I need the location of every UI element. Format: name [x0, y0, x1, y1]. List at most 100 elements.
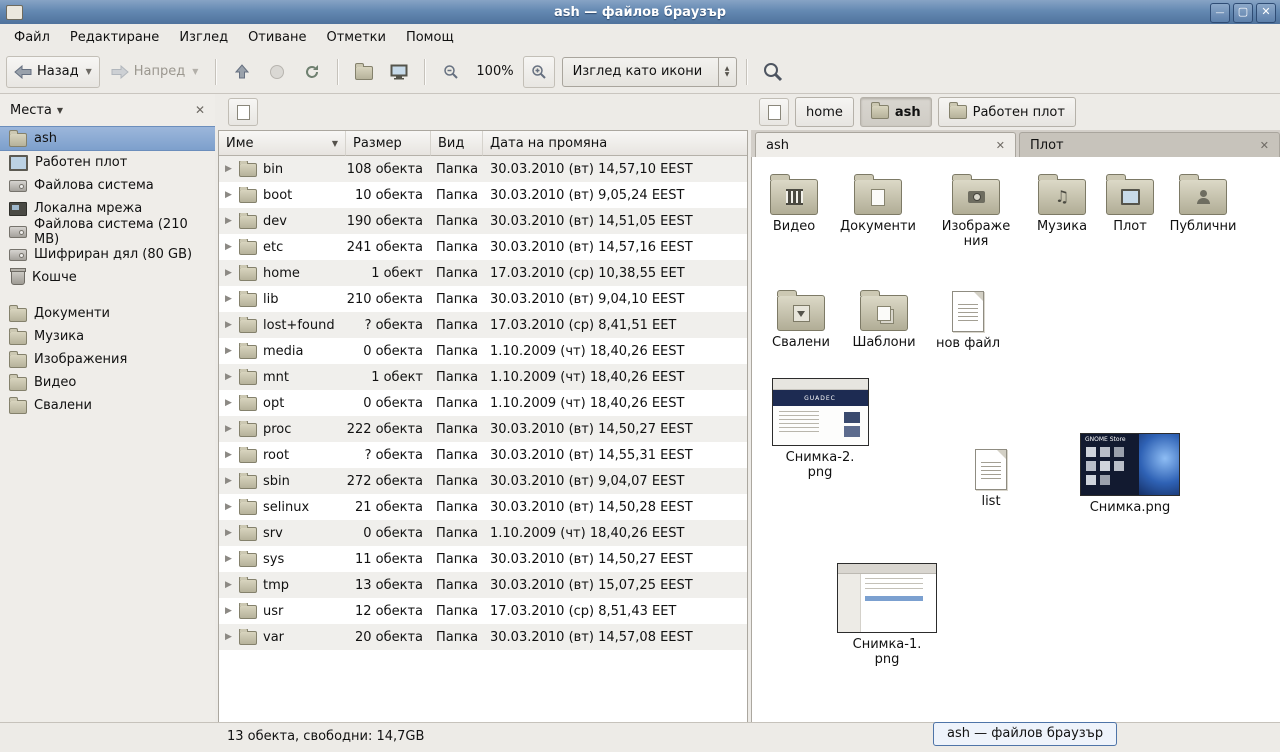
sidebar-item-trash[interactable]: Кошче: [0, 266, 215, 289]
sidebar-title[interactable]: Места: [10, 103, 52, 118]
column-header-type[interactable]: Вид: [431, 131, 483, 156]
location-toggle-button[interactable]: [228, 98, 258, 126]
expander-icon[interactable]: ▶: [225, 632, 233, 642]
up-button[interactable]: [226, 56, 258, 88]
folder-item-templates[interactable]: Шаблони: [840, 288, 928, 351]
table-row[interactable]: ▶selinux21 обектаПапка30.03.2010 (вт) 14…: [219, 494, 747, 520]
menu-go[interactable]: Отиване: [238, 26, 316, 49]
table-row[interactable]: ▶dev190 обектаПапка30.03.2010 (вт) 14,51…: [219, 208, 747, 234]
expander-icon[interactable]: ▶: [225, 164, 233, 174]
file-size: 13 обекта: [346, 578, 431, 593]
forward-label: Напред: [134, 64, 185, 79]
table-row[interactable]: ▶srv0 обектаПапка1.10.2009 (чт) 18,40,26…: [219, 520, 747, 546]
table-row[interactable]: ▶boot10 обектаПапка30.03.2010 (вт) 9,05,…: [219, 182, 747, 208]
search-button[interactable]: [757, 56, 789, 88]
table-row[interactable]: ▶root? обектаПапка30.03.2010 (вт) 14,55,…: [219, 442, 747, 468]
image-item-snimka2[interactable]: GUADEC Снимка-2.png: [770, 378, 870, 481]
menu-help[interactable]: Помощ: [396, 26, 464, 49]
table-row[interactable]: ▶var20 обектаПапка30.03.2010 (вт) 14,57,…: [219, 624, 747, 650]
minimize-button[interactable]: [1210, 3, 1230, 23]
folder-item-documents[interactable]: Документи: [834, 172, 922, 235]
file-size: ? обекта: [346, 448, 431, 463]
expander-icon[interactable]: ▶: [225, 294, 233, 304]
menu-view[interactable]: Изглед: [169, 26, 238, 49]
maximize-button[interactable]: [1233, 3, 1253, 23]
table-row[interactable]: ▶lib210 обектаПапка30.03.2010 (вт) 9,04,…: [219, 286, 747, 312]
table-row[interactable]: ▶tmp13 обектаПапка30.03.2010 (вт) 15,07,…: [219, 572, 747, 598]
menu-bookmarks[interactable]: Отметки: [316, 26, 395, 49]
tab-close-icon[interactable]: ✕: [996, 139, 1005, 152]
back-button[interactable]: Назад ▼: [6, 56, 100, 88]
taskbar-window-button[interactable]: ash — файлов браузър: [933, 722, 1117, 746]
tab-close-icon[interactable]: ✕: [1260, 139, 1269, 152]
expander-icon[interactable]: ▶: [225, 476, 233, 486]
sidebar-item-downloads[interactable]: Свалени: [0, 394, 215, 417]
expander-icon[interactable]: ▶: [225, 450, 233, 460]
table-row[interactable]: ▶sys11 обектаПапка30.03.2010 (вт) 14,50,…: [219, 546, 747, 572]
zoom-in-button[interactable]: [523, 56, 555, 88]
menu-file[interactable]: Файл: [4, 26, 60, 49]
table-row[interactable]: ▶sbin272 обектаПапка30.03.2010 (вт) 9,04…: [219, 468, 747, 494]
sidebar-item-music[interactable]: Музика: [0, 325, 215, 348]
breadcrumb-home[interactable]: home: [795, 97, 854, 127]
table-row[interactable]: ▶media0 обектаПапка1.10.2009 (чт) 18,40,…: [219, 338, 747, 364]
column-header-date[interactable]: Дата на промяна: [483, 131, 747, 156]
expander-icon[interactable]: ▶: [225, 502, 233, 512]
column-header-name[interactable]: Име ▼: [219, 131, 346, 156]
folder-item-pictures[interactable]: Изображения: [932, 172, 1020, 250]
sidebar-item-ash[interactable]: ash: [0, 126, 215, 151]
expander-icon[interactable]: ▶: [225, 320, 233, 330]
reload-button[interactable]: [296, 56, 328, 88]
chevron-down-icon[interactable]: ▼: [86, 67, 92, 76]
image-item-snimka[interactable]: GNOME Store Снимка.png: [1078, 433, 1182, 516]
menu-edit[interactable]: Редактиране: [60, 26, 169, 49]
table-row[interactable]: ▶usr12 обектаПапка17.03.2010 (ср) 8,51,4…: [219, 598, 747, 624]
zoom-out-button[interactable]: [435, 56, 467, 88]
combobox-spinner-icon[interactable]: ▲▼: [718, 58, 736, 86]
expander-icon[interactable]: ▶: [225, 190, 233, 200]
tab-ash[interactable]: ash ✕: [755, 132, 1016, 157]
view-mode-combobox[interactable]: Изглед като икони ▲▼: [562, 57, 737, 87]
column-header-size[interactable]: Размер: [346, 131, 431, 156]
table-row[interactable]: ▶home1 обектПапка17.03.2010 (ср) 10,38,5…: [219, 260, 747, 286]
chevron-down-icon[interactable]: ▼: [57, 106, 63, 115]
file-item-new-file[interactable]: нов файл: [924, 288, 1012, 352]
folder-item-downloads[interactable]: Свалени: [757, 288, 845, 351]
sidebar-item-encrypted[interactable]: Шифриран дял (80 GB): [0, 243, 215, 266]
sidebar-item-videos[interactable]: Видео: [0, 371, 215, 394]
sidebar-item-documents[interactable]: Документи: [0, 302, 215, 325]
close-button[interactable]: [1256, 3, 1276, 23]
sidebar-item-filesystem-210[interactable]: Файлова система (210 MB): [0, 220, 215, 243]
sidebar-item-filesystem[interactable]: Файлова система: [0, 174, 215, 197]
table-row[interactable]: ▶lost+found? обектаПапка17.03.2010 (ср) …: [219, 312, 747, 338]
expander-icon[interactable]: ▶: [225, 346, 233, 356]
sidebar-close-icon[interactable]: ✕: [195, 103, 205, 117]
table-row[interactable]: ▶etc241 обектаПапка30.03.2010 (вт) 14,57…: [219, 234, 747, 260]
computer-button[interactable]: [383, 56, 415, 88]
tab-desktop[interactable]: Плот ✕: [1019, 132, 1280, 157]
expander-icon[interactable]: ▶: [225, 372, 233, 382]
image-item-snimka1[interactable]: Снимка-1.png: [837, 563, 937, 668]
expander-icon[interactable]: ▶: [225, 554, 233, 564]
folder-item-public[interactable]: Публични: [1159, 172, 1247, 235]
expander-icon[interactable]: ▶: [225, 606, 233, 616]
sidebar-item-desktop[interactable]: Работен плот: [0, 151, 215, 174]
breadcrumb-ash[interactable]: ash: [860, 97, 932, 127]
expander-icon[interactable]: ▶: [225, 268, 233, 278]
location-toggle-button[interactable]: [759, 98, 789, 126]
expander-icon[interactable]: ▶: [225, 216, 233, 226]
expander-icon[interactable]: ▶: [225, 528, 233, 538]
table-row[interactable]: ▶bin108 обектаПапка30.03.2010 (вт) 14,57…: [219, 156, 747, 182]
expander-icon[interactable]: ▶: [225, 242, 233, 252]
folder-item-video[interactable]: Видео: [751, 172, 838, 235]
table-row[interactable]: ▶mnt1 обектПапка1.10.2009 (чт) 18,40,26 …: [219, 364, 747, 390]
table-row[interactable]: ▶proc222 обектаПапка30.03.2010 (вт) 14,5…: [219, 416, 747, 442]
expander-icon[interactable]: ▶: [225, 398, 233, 408]
sidebar-item-pictures[interactable]: Изображения: [0, 348, 215, 371]
expander-icon[interactable]: ▶: [225, 580, 233, 590]
table-row[interactable]: ▶opt0 обектаПапка1.10.2009 (чт) 18,40,26…: [219, 390, 747, 416]
breadcrumb-desktop[interactable]: Работен плот: [938, 97, 1076, 127]
expander-icon[interactable]: ▶: [225, 424, 233, 434]
home-button[interactable]: [348, 56, 380, 88]
file-item-list[interactable]: list: [947, 446, 1035, 510]
